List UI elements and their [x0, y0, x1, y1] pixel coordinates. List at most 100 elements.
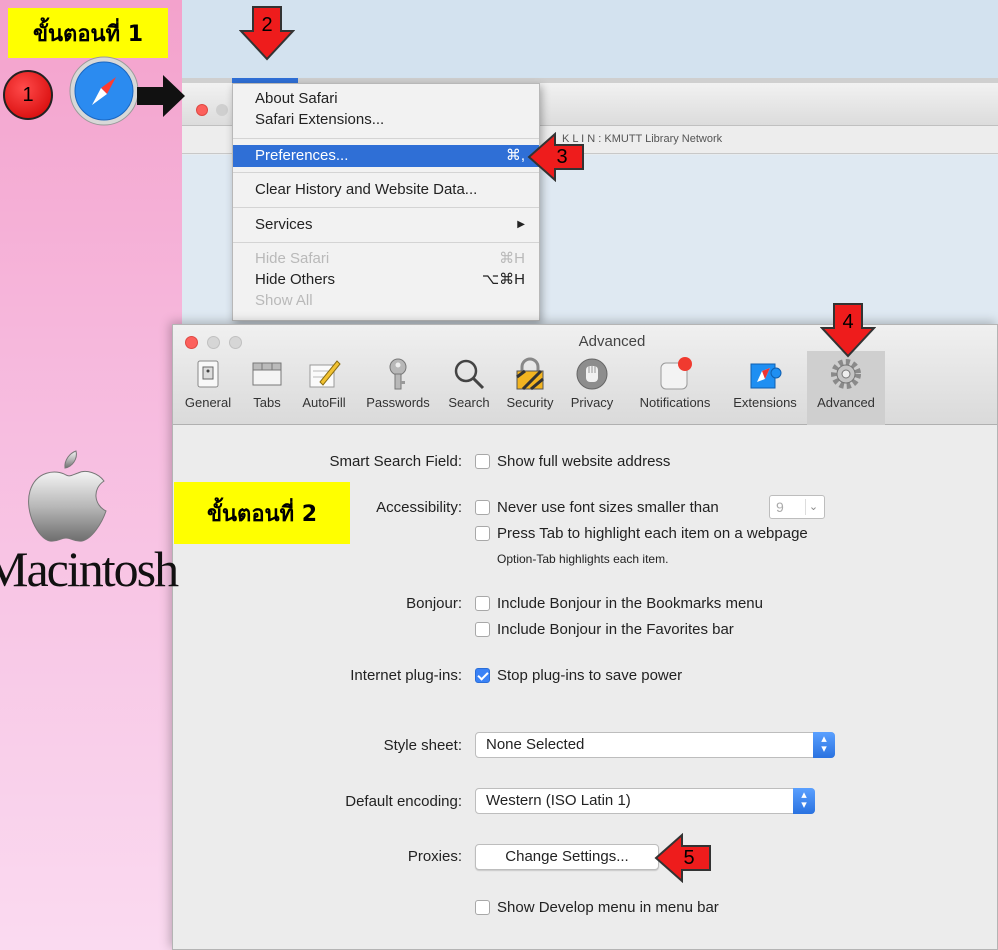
- key-icon: [389, 358, 407, 390]
- style-sheet-select[interactable]: None Selected ▴ ▾: [475, 732, 835, 758]
- marker-number: 5: [683, 846, 695, 869]
- tab-label: Search: [448, 395, 490, 410]
- tab-search[interactable]: Search: [441, 351, 497, 425]
- develop-menu-checkbox[interactable]: [475, 900, 490, 915]
- magnifier-icon: [454, 359, 485, 390]
- safari-app-icon: [69, 56, 139, 126]
- menu-item-hide-others[interactable]: Hide Others ⌥⌘H: [233, 269, 539, 291]
- proxies-label: Proxies:: [407, 848, 462, 865]
- marker-number: 3: [556, 145, 568, 168]
- bonjour-label: Bonjour:: [406, 595, 462, 612]
- tab-notifications[interactable]: Notifications: [627, 351, 723, 425]
- tab-tabs[interactable]: Tabs: [241, 351, 293, 425]
- apple-logo: [28, 450, 107, 542]
- show-full-address-checkbox[interactable]: [475, 454, 490, 469]
- tab-label: AutoFill: [302, 395, 346, 410]
- style-sheet-value: None Selected: [486, 736, 585, 753]
- step-2-label: ขั้นตอนที่ 2: [174, 482, 350, 544]
- change-settings-button[interactable]: Change Settings...: [475, 844, 659, 870]
- bonjour-bookmarks-checkbox[interactable]: [475, 596, 490, 611]
- right-arrow-icon: [137, 75, 185, 117]
- menu-shortcut: ⌥⌘H: [481, 271, 525, 288]
- preferences-window: Advanced General Tabs AutoFill Passwords…: [172, 324, 998, 950]
- tab-highlight-text: Press Tab to highlight each item on a we…: [497, 525, 808, 542]
- stepper-icon: ▴ ▾: [793, 788, 815, 814]
- lock-icon: [516, 357, 544, 391]
- menu-shortcut: ⌘H: [499, 250, 525, 267]
- tab-general[interactable]: General: [177, 351, 239, 425]
- tab-label: General: [184, 395, 232, 410]
- tab-label: Extensions: [733, 395, 797, 410]
- menu-item-hide-safari[interactable]: Hide Safari ⌘H: [233, 248, 539, 270]
- menu-item-extensions[interactable]: Safari Extensions...: [233, 109, 539, 131]
- font-size-value: 9: [776, 499, 784, 515]
- tab-security[interactable]: Security: [499, 351, 561, 425]
- bonjour-favorites-checkbox[interactable]: [475, 622, 490, 637]
- menu-shortcut: ⌘,: [505, 147, 525, 164]
- step-marker-5: 5: [654, 833, 712, 883]
- step-marker-1: 1: [3, 70, 53, 120]
- step-marker-3: 3: [527, 132, 585, 182]
- menu-separator: [233, 242, 539, 243]
- tab-extensions[interactable]: Extensions: [725, 351, 805, 425]
- menu-item-show-all[interactable]: Show All: [233, 290, 539, 312]
- tab-privacy[interactable]: Privacy: [565, 351, 619, 425]
- menu-separator: [233, 172, 539, 173]
- show-full-address-text: Show full website address: [497, 453, 671, 470]
- bonjour-bookmarks-text: Include Bonjour in the Bookmarks menu: [497, 595, 763, 612]
- tabs-icon: [252, 362, 282, 386]
- accessibility-label: Accessibility:: [376, 499, 462, 516]
- tab-title[interactable]: K L I N : KMUTT Library Network: [562, 133, 722, 145]
- notification-icon: [660, 357, 692, 390]
- font-size-select[interactable]: 9 ⌄: [769, 495, 825, 519]
- menu-item-preferences[interactable]: Preferences... ⌘,: [233, 145, 539, 167]
- tab-passwords[interactable]: Passwords: [357, 351, 439, 425]
- step-marker-2: 2: [239, 5, 295, 61]
- marker-number: 2: [261, 13, 273, 36]
- menu-item-label: Show All: [255, 292, 313, 309]
- menu-item-label: Services: [255, 216, 313, 233]
- step-1-label: ขั้นตอนที่ 1: [8, 8, 168, 58]
- marker-number: 4: [842, 310, 854, 333]
- menu-item-label: About Safari: [255, 90, 338, 107]
- menu-item-label: Safari Extensions...: [255, 111, 385, 128]
- menu-separator: [233, 138, 539, 139]
- menu-item-label: Hide Others: [255, 271, 336, 288]
- macintosh-text: Macintosh: [0, 541, 179, 597]
- tab-autofill[interactable]: AutoFill: [295, 351, 353, 425]
- tab-label: Security: [506, 395, 554, 410]
- puzzle-icon: [750, 363, 782, 389]
- menu-item-label: Clear History and Website Data...: [255, 181, 478, 198]
- autofill-icon: [309, 360, 341, 388]
- smart-search-label: Smart Search Field:: [329, 453, 462, 470]
- menu-item-about[interactable]: About Safari: [233, 88, 539, 110]
- menu-item-services[interactable]: Services ▶: [233, 214, 539, 236]
- menu-item-label: Preferences...: [255, 147, 349, 164]
- min-font-size-checkbox[interactable]: [475, 500, 490, 515]
- tab-highlight-hint: Option-Tab highlights each item.: [497, 552, 669, 566]
- encoding-select[interactable]: Western (ISO Latin 1) ▴ ▾: [475, 788, 815, 814]
- stepper-icon: ▴ ▾: [813, 732, 835, 758]
- tab-label: Privacy: [570, 395, 614, 410]
- tab-label: Passwords: [366, 395, 430, 410]
- menu-item-label: Hide Safari: [255, 250, 330, 267]
- tab-advanced[interactable]: Advanced: [807, 351, 885, 425]
- safari-menu: About Safari Safari Extensions... Prefer…: [232, 83, 540, 321]
- step-marker-4: 4: [820, 302, 876, 358]
- minimize-button[interactable]: [216, 104, 228, 116]
- stop-plugins-text: Stop plug-ins to save power: [497, 667, 683, 684]
- stop-plugins-checkbox[interactable]: [475, 668, 490, 683]
- menu-item-clear-history[interactable]: Clear History and Website Data...: [233, 179, 539, 201]
- desktop-backdrop: [182, 0, 998, 80]
- bonjour-favorites-text: Include Bonjour in the Favorites bar: [497, 621, 734, 638]
- tab-label: Tabs: [253, 395, 281, 410]
- develop-menu-text: Show Develop menu in menu bar: [497, 899, 719, 916]
- close-button[interactable]: [196, 104, 208, 116]
- plugins-label: Internet plug-ins:: [350, 667, 462, 684]
- tab-highlight-checkbox[interactable]: [475, 526, 490, 541]
- min-font-size-text: Never use font sizes smaller than: [497, 499, 719, 516]
- encoding-value: Western (ISO Latin 1): [486, 792, 631, 809]
- chevron-down-icon: ⌄: [805, 499, 821, 515]
- submenu-arrow-icon: ▶: [517, 219, 525, 230]
- tab-label: Advanced: [817, 395, 875, 410]
